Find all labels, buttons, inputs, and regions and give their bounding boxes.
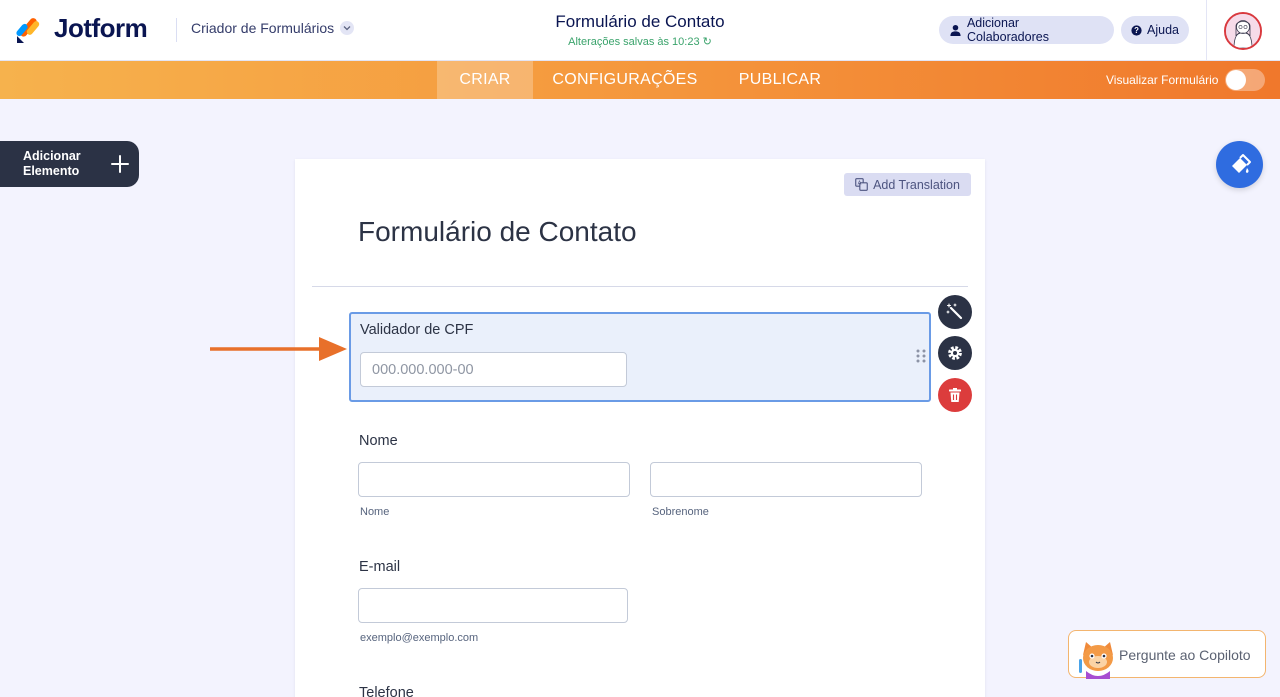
email-field-label[interactable]: E-mail xyxy=(359,559,400,575)
form-title[interactable]: Formulário de Contato xyxy=(490,12,790,32)
chevron-down-icon xyxy=(340,21,355,35)
builder-menu[interactable]: Criador de Formulários xyxy=(191,20,355,36)
first-name-sublabel: Nome xyxy=(360,506,390,518)
add-element-button[interactable]: Adicionar Elemento xyxy=(0,141,139,187)
last-name-sublabel: Sobrenome xyxy=(652,506,709,518)
name-field-label[interactable]: Nome xyxy=(359,433,398,449)
avatar-illustration xyxy=(1226,14,1260,48)
ask-copilot-label: Pergunte ao Copiloto xyxy=(1119,647,1251,663)
tab-criar[interactable]: CRIAR xyxy=(437,61,533,99)
email-input[interactable] xyxy=(358,588,628,623)
trash-icon xyxy=(949,388,961,402)
user-avatar[interactable] xyxy=(1224,12,1262,50)
help-label: Ajuda xyxy=(1147,23,1179,37)
save-status-text: Alterações salvas às 10:23 xyxy=(568,36,700,48)
help-icon: ? xyxy=(1131,24,1142,36)
delete-field-button[interactable] xyxy=(938,378,972,412)
form-designer-button[interactable] xyxy=(1216,141,1263,188)
add-translation-button[interactable]: A Add Translation xyxy=(844,173,971,196)
add-translation-label: Add Translation xyxy=(873,177,960,192)
phone-field-label[interactable]: Telefone xyxy=(359,685,414,697)
magic-wand-icon xyxy=(946,303,963,320)
refresh-icon: ↻ xyxy=(702,36,712,48)
annotation-arrow-icon xyxy=(210,337,347,361)
paint-roller-icon xyxy=(1231,153,1251,173)
help-button[interactable]: ? Ajuda xyxy=(1121,16,1189,44)
add-collaborators-label: Adicionar Colaboradores xyxy=(966,16,1049,44)
form-heading[interactable]: Formulário de Contato xyxy=(358,216,637,248)
first-name-input[interactable] xyxy=(358,462,630,497)
ask-copilot-button[interactable]: Pergunte ao Copiloto xyxy=(1068,630,1266,679)
jotform-logo-icon xyxy=(16,17,40,43)
builder-nav-bar: CRIAR CONFIGURAÇÕES PUBLICAR Visualizar … xyxy=(0,61,1280,99)
avatar-divider xyxy=(1206,0,1207,61)
header-divider xyxy=(176,18,177,42)
gear-icon xyxy=(948,346,962,360)
form-title-area[interactable]: Formulário de Contato Alterações salvas … xyxy=(490,12,790,48)
cpf-placeholder: 000.000.000-00 xyxy=(372,361,474,378)
save-status: Alterações salvas às 10:23 ↻ xyxy=(490,35,790,48)
logo-text: Jotform xyxy=(54,13,148,43)
cpf-input[interactable]: 000.000.000-00 xyxy=(360,352,627,387)
tab-configuracoes-label: CONFIGURAÇÕES xyxy=(552,71,698,88)
copilot-mascot-icon xyxy=(1079,642,1113,679)
jotform-logo[interactable]: Jotform xyxy=(16,13,148,44)
translate-icon: A xyxy=(855,178,868,191)
field-settings-button[interactable] xyxy=(938,336,972,370)
tab-configuracoes[interactable]: CONFIGURAÇÕES xyxy=(545,61,705,99)
cpf-field-label[interactable]: Validador de CPF xyxy=(360,322,473,338)
toggle-knob xyxy=(1226,70,1246,90)
tab-publicar-label: PUBLICAR xyxy=(738,71,822,88)
drag-handle-icon[interactable] xyxy=(915,348,927,364)
builder-menu-label: Criador de Formulários xyxy=(191,20,335,36)
field-wizard-button[interactable] xyxy=(938,295,972,329)
add-collaborators-button[interactable]: Adicionar Colaboradores xyxy=(939,16,1114,44)
add-element-label: Adicionar Elemento xyxy=(23,149,81,178)
plus-icon xyxy=(111,155,129,173)
tab-publicar[interactable]: PUBLICAR xyxy=(730,61,830,99)
svg-text:?: ? xyxy=(1134,26,1139,35)
form-card: A Add Translation Formulário de Contato … xyxy=(295,159,985,697)
tab-criar-label: CRIAR xyxy=(459,71,511,88)
last-name-input[interactable] xyxy=(650,462,922,497)
svg-text:A: A xyxy=(858,181,862,187)
preview-form-label: Visualizar Formulário xyxy=(1106,73,1219,87)
cpf-field-block[interactable]: Validador de CPF 000.000.000-00 xyxy=(349,312,931,402)
email-sublabel: exemplo@exemplo.com xyxy=(360,632,479,644)
top-header: Jotform Criador de Formulários Formulári… xyxy=(0,0,1280,61)
heading-divider xyxy=(312,286,968,287)
user-icon xyxy=(950,24,961,36)
preview-form-toggle[interactable] xyxy=(1225,69,1265,91)
